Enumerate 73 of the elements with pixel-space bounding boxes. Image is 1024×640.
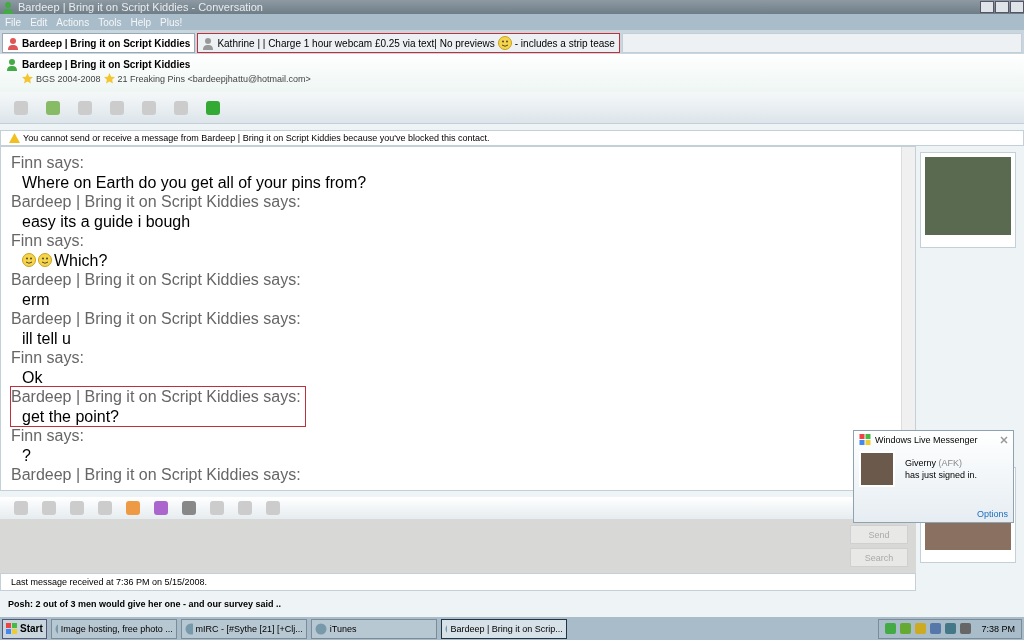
- notification-title: Windows Live Messenger: [875, 435, 978, 445]
- sender-name: Bardeep | Bring it on Script Kiddies says:: [11, 309, 301, 329]
- tray-icon[interactable]: [930, 623, 942, 634]
- messenger-icon: [2, 0, 14, 14]
- star-icon: [22, 73, 33, 84]
- toolbar-icon[interactable]: [152, 499, 170, 518]
- toolbar-icon[interactable]: [180, 499, 198, 518]
- warning-icon: [9, 133, 20, 143]
- close-icon[interactable]: [1000, 436, 1008, 444]
- menu-item[interactable]: Edit: [30, 16, 48, 28]
- toolbar-icon[interactable]: [124, 499, 142, 518]
- message-text: ?: [22, 445, 31, 465]
- taskbar-button[interactable]: iTunes: [310, 618, 437, 639]
- menu-item[interactable]: Help: [130, 16, 152, 28]
- star-icon: [103, 73, 115, 84]
- toolbar-icon[interactable]: [40, 499, 58, 518]
- toolbar-icon[interactable]: [264, 499, 282, 518]
- tray-icon[interactable]: [945, 623, 957, 634]
- personal-message: BGS 2004-2008: [36, 73, 101, 84]
- personal-message: 21 Freaking Pins <bardeepjhattu@hotmail.com>: [117, 73, 311, 84]
- toolbar-icon[interactable]: [44, 98, 62, 117]
- message-text: Where on Earth do you get all of your pins from?: [22, 172, 367, 192]
- menu-item[interactable]: File: [5, 16, 22, 28]
- start-button[interactable]: Start: [2, 618, 47, 639]
- options-link[interactable]: Options: [976, 509, 1008, 519]
- avatar-placeholder: [859, 451, 895, 487]
- notification-text: Giverny (AFK) has just signed in.: [905, 457, 978, 482]
- toolbar-icon[interactable]: [208, 499, 226, 518]
- close-button[interactable]: [1010, 1, 1024, 13]
- taskbar-button[interactable]: mIRC - [#Sythe [21] [+Clj...: [180, 618, 307, 639]
- sender-name: Bardeep | Bring it on Script Kiddies says:: [11, 192, 301, 212]
- sender-name: Finn says:: [11, 348, 84, 368]
- toolbar-icon[interactable]: [236, 499, 254, 518]
- emoticon-icon: [22, 253, 36, 268]
- toolbar-icon[interactable]: [68, 499, 86, 518]
- conversation-tab[interactable]: Kathrine | | Charge 1 hour webcam £0.25 via text| No previews - includes a strip tease: [197, 33, 620, 53]
- sender-name: Bardeep | Bring it on Script Kiddies says:: [11, 465, 301, 485]
- sender-name: Bardeep | Bring it on Script Kiddies says:: [11, 270, 301, 290]
- emoticon-icon: [38, 253, 52, 268]
- ticker-text: Posh: 2 out of 3 men would give her one - and our survey said ..: [8, 599, 282, 609]
- clock: 7:38 PM: [981, 623, 1015, 634]
- taskbar-button[interactable]: Bardeep | Bring it on Scrip...: [440, 618, 567, 639]
- tray-icon[interactable]: [960, 623, 972, 634]
- person-icon: [6, 58, 18, 71]
- warning-text: You cannot send or receive a message from Bardeep | Bring it on Script Kiddies because you've blocked this contact.: [23, 133, 490, 143]
- message-text: get the point?: [22, 406, 119, 426]
- window-title: Bardeep | Bring it on Script Kiddies - Conversation: [18, 1, 263, 13]
- message-text: erm: [22, 289, 50, 309]
- sender-name: Finn says:: [11, 231, 85, 251]
- contact-name: Bardeep | Bring it on Script Kiddies: [22, 59, 191, 70]
- conversation-tab[interactable]: Bardeep | Bring it on Script Kiddies: [2, 33, 196, 53]
- maximize-button[interactable]: [995, 1, 1009, 13]
- smiley-icon: [497, 36, 512, 50]
- message-text: easy its a guide i bough: [22, 211, 191, 231]
- status-text: Last message received at 7:36 PM on 5/15/2008.: [11, 577, 208, 588]
- taskbar-button[interactable]: Image hosting, free photo ...: [50, 618, 177, 639]
- minimize-button[interactable]: [980, 1, 994, 13]
- tray-icon[interactable]: [900, 623, 912, 634]
- message-text: Which?: [54, 250, 108, 270]
- toolbar-icon[interactable]: [12, 499, 30, 518]
- sender-name: Bardeep | Bring it on Script Kiddies says:: [11, 387, 301, 407]
- menu-item[interactable]: Actions: [56, 16, 90, 28]
- message-text: ill tell u: [22, 328, 71, 348]
- sender-name: Finn says:: [11, 426, 84, 446]
- menu-item[interactable]: Tools: [98, 16, 122, 28]
- tray-icon[interactable]: [885, 623, 897, 634]
- toolbar-icon[interactable]: [204, 98, 222, 117]
- windows-logo-icon: [859, 434, 872, 446]
- windows-logo-icon: [6, 622, 18, 635]
- menu-item[interactable]: Plus!: [160, 16, 183, 28]
- message-text: Ok: [22, 367, 43, 387]
- toolbar-icon[interactable]: [96, 499, 114, 518]
- sender-name: Finn says:: [11, 153, 85, 173]
